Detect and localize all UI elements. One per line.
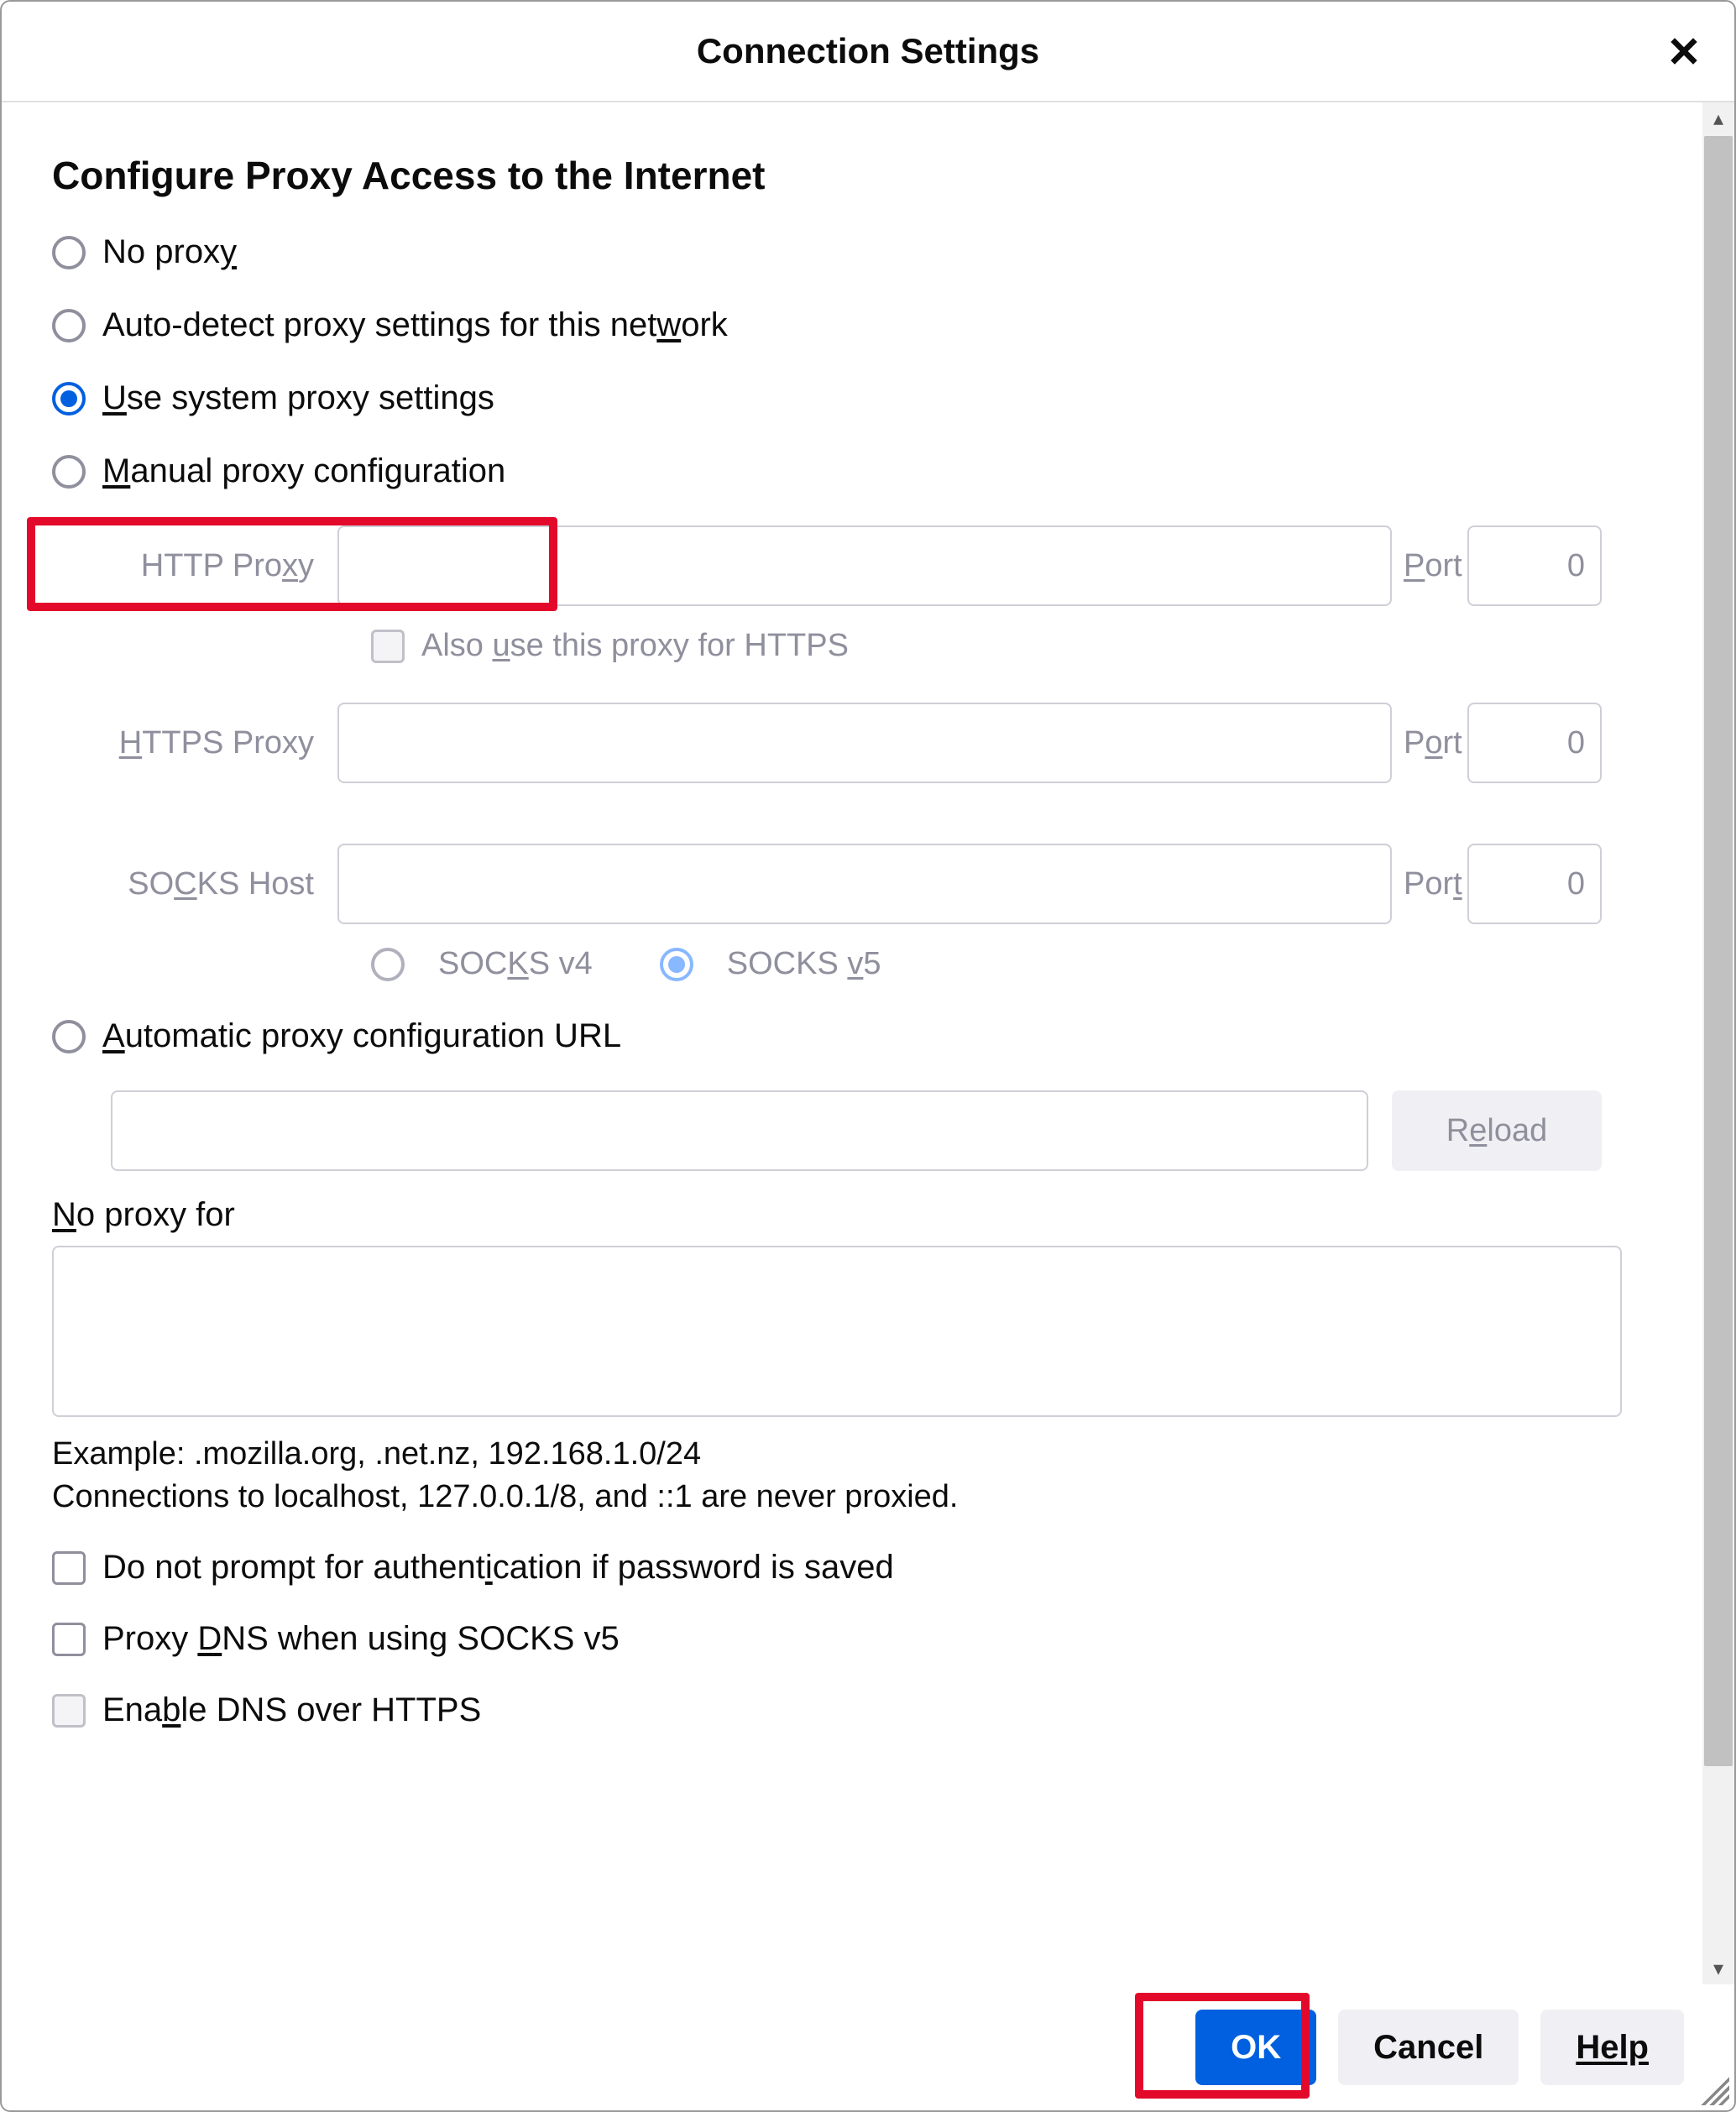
radio-icon: [52, 455, 86, 489]
radio-icon: [52, 1020, 86, 1053]
cancel-button[interactable]: Cancel: [1338, 2010, 1519, 2085]
scroll-thumb[interactable]: [1704, 136, 1733, 1766]
radio-label: No proxy: [102, 233, 237, 271]
section-title: Configure Proxy Access to the Internet: [52, 153, 1702, 198]
socks-port-input[interactable]: [1467, 844, 1602, 924]
localhost-note: Connections to localhost, 127.0.0.1/8, a…: [52, 1479, 1702, 1515]
radio-socks4[interactable]: [371, 948, 405, 981]
socks-host-label: SOCKS Host: [111, 866, 337, 902]
also-use-https-row[interactable]: Also use this proxy for HTTPS: [371, 628, 1602, 664]
titlebar: Connection Settings: [2, 2, 1734, 102]
radio-label: Use system proxy settings: [102, 379, 494, 417]
scroll-area: Configure Proxy Access to the Internet N…: [2, 102, 1734, 1984]
http-proxy-label: HTTP Proxy: [111, 548, 337, 584]
auto-config-url-input[interactable]: [111, 1090, 1368, 1171]
https-proxy-input[interactable]: [337, 703, 1392, 783]
socks-port-label: Port: [1392, 866, 1467, 902]
checkbox-no-auth-prompt[interactable]: Do not prompt for authentication if pass…: [52, 1549, 1702, 1587]
auto-config-url-row: Reload: [111, 1090, 1602, 1171]
socks4-label: SOCKS v4: [438, 946, 593, 982]
checkbox-icon: [371, 630, 405, 663]
checkbox-enable-doh[interactable]: Enable DNS over HTTPS: [52, 1691, 1702, 1729]
checkbox-icon: [52, 1551, 86, 1585]
radio-label: Auto-detect proxy settings for this netw…: [102, 306, 728, 344]
dialog-title: Connection Settings: [697, 31, 1039, 71]
http-port-label: Port: [1392, 548, 1467, 584]
scroll-up-icon[interactable]: ▴: [1702, 102, 1734, 134]
help-button[interactable]: Help: [1540, 2010, 1684, 2085]
radio-no-proxy[interactable]: No proxy: [52, 233, 1702, 271]
connection-settings-dialog: Connection Settings Configure Proxy Acce…: [0, 0, 1736, 2112]
radio-label: Manual proxy configuration: [102, 452, 505, 490]
socks-host-row: SOCKS Host Port: [111, 844, 1602, 924]
radio-icon: [52, 309, 86, 342]
no-proxy-for-label: No proxy for: [52, 1196, 1702, 1234]
radio-manual[interactable]: Manual proxy configuration: [52, 452, 1702, 490]
socks-version-row: SOCKS v4 SOCKS v5: [371, 946, 1602, 982]
radio-socks5[interactable]: [660, 948, 693, 981]
https-port-label: Port: [1392, 725, 1467, 761]
reload-button[interactable]: Reload: [1392, 1090, 1602, 1171]
http-port-input[interactable]: [1467, 525, 1602, 606]
https-port-input[interactable]: [1467, 703, 1602, 783]
content: Configure Proxy Access to the Internet N…: [2, 102, 1702, 1984]
checkbox-label: Do not prompt for authentication if pass…: [102, 1549, 894, 1587]
resize-grip-icon[interactable]: [1694, 2070, 1729, 2105]
radio-icon: [52, 236, 86, 269]
radio-icon: [52, 382, 86, 416]
vertical-scrollbar[interactable]: ▴ ▾: [1702, 102, 1734, 1984]
manual-proxy-section: HTTP Proxy Port Also use this proxy for …: [111, 525, 1602, 982]
checkbox-label: Proxy DNS when using SOCKS v5: [102, 1620, 620, 1658]
http-proxy-input[interactable]: [337, 525, 1392, 606]
close-button[interactable]: [1664, 31, 1704, 71]
radio-auto-config-url[interactable]: Automatic proxy configuration URL: [52, 1017, 1702, 1055]
https-proxy-label: HTTPS Proxy: [111, 725, 337, 761]
https-proxy-row: HTTPS Proxy Port: [111, 703, 1602, 783]
socks5-label: SOCKS v5: [727, 946, 881, 982]
scroll-down-icon[interactable]: ▾: [1702, 1953, 1734, 1984]
button-bar: OK Cancel Help: [2, 1984, 1734, 2110]
close-icon: [1667, 34, 1701, 68]
checkbox-icon: [52, 1694, 86, 1728]
no-proxy-example: Example: .mozilla.org, .net.nz, 192.168.…: [52, 1436, 1702, 1472]
radio-auto-detect[interactable]: Auto-detect proxy settings for this netw…: [52, 306, 1702, 344]
socks-host-input[interactable]: [337, 844, 1392, 924]
http-proxy-row: HTTP Proxy Port: [111, 525, 1602, 606]
radio-use-system[interactable]: Use system proxy settings: [52, 379, 1702, 417]
ok-button[interactable]: OK: [1195, 2010, 1316, 2085]
no-proxy-for-textarea[interactable]: [52, 1246, 1622, 1417]
checkbox-proxy-dns-socks5[interactable]: Proxy DNS when using SOCKS v5: [52, 1620, 1702, 1658]
checkbox-label: Enable DNS over HTTPS: [102, 1691, 481, 1729]
radio-label: Automatic proxy configuration URL: [102, 1017, 621, 1055]
checkbox-icon: [52, 1623, 86, 1656]
checkbox-label: Also use this proxy for HTTPS: [421, 628, 849, 664]
